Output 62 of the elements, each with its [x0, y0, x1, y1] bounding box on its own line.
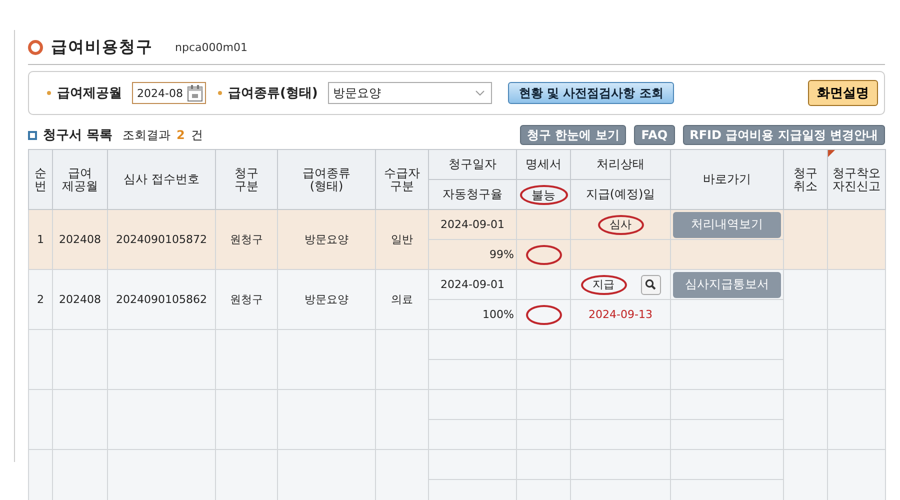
- bullet-ring-icon: [28, 40, 43, 54]
- table-cell: 방문요양: [278, 270, 376, 330]
- type-dropdown[interactable]: 방문요양: [328, 82, 492, 104]
- square-bullet-icon: [28, 130, 37, 140]
- column-header: 순 번: [28, 150, 52, 210]
- result-label: 조회결과: [122, 126, 171, 144]
- column-header: 청구 구분: [216, 150, 278, 210]
- bullet-icon: [47, 91, 51, 95]
- table-cell: 2: [28, 270, 52, 330]
- link-button[interactable]: 처리내역보기: [673, 212, 781, 238]
- table-cell: 99%: [428, 240, 516, 270]
- field-label: 급여종류(형태): [228, 85, 318, 102]
- column-header: 심사 접수번호: [108, 150, 216, 210]
- column-header: 청구 취소: [784, 150, 828, 210]
- status-text: 심사: [598, 214, 644, 234]
- count-unit: 건: [190, 126, 203, 144]
- table-cell: 일반: [376, 210, 428, 270]
- column-header: 급여 제공월: [52, 150, 108, 210]
- column-header: 청구착오 자진신고: [828, 150, 886, 210]
- table-cell: 2024090105872: [108, 210, 216, 270]
- payment-date: 2024-09-13: [588, 308, 652, 321]
- page-title: 급여비용청구: [51, 36, 153, 58]
- section-title: 청구서 목록: [43, 127, 113, 144]
- result-count: 2: [176, 128, 185, 142]
- ellipse-annotation: [526, 244, 562, 264]
- help-button[interactable]: 화면설명: [808, 80, 878, 106]
- column-header: 명세서: [516, 150, 570, 180]
- link-button[interactable]: 심사지급통보서: [673, 272, 781, 298]
- magnifier-icon: [645, 279, 656, 290]
- corner-marker-icon: [828, 150, 835, 157]
- column-header: 자동청구율: [428, 180, 516, 210]
- screen-code: npca000m01: [175, 40, 248, 54]
- table-cell: 1: [28, 210, 52, 270]
- chevron-down-icon: [474, 90, 485, 96]
- table-cell: 202408: [52, 210, 108, 270]
- table-cell: 방문요양: [278, 210, 376, 270]
- month-field[interactable]: 2024-08: [132, 82, 206, 104]
- calendar-icon[interactable]: [186, 84, 203, 102]
- column-header: 처리상태: [570, 150, 670, 180]
- status-text: 지급: [580, 274, 626, 294]
- search-button[interactable]: [640, 274, 660, 294]
- toolbar-button[interactable]: 청구 한눈에 보기: [520, 125, 626, 145]
- column-header: 지급(예정)일: [570, 180, 670, 210]
- table-cell: 원청구: [216, 210, 278, 270]
- column-header: 바로가기: [670, 150, 784, 210]
- column-header: 수급자 구분: [376, 150, 428, 210]
- column-header: 급여종류 (형태): [278, 150, 376, 210]
- table-cell: 100%: [428, 300, 516, 330]
- field-label: 급여제공월: [57, 85, 122, 102]
- ellipse-annotation: [526, 304, 562, 324]
- table-cell: 2024-09-01: [428, 270, 516, 300]
- table-cell: 의료: [376, 270, 428, 330]
- column-header: 불능: [516, 180, 570, 210]
- table-cell: 원청구: [216, 270, 278, 330]
- table-cell: 2024090105862: [108, 270, 216, 330]
- table-cell: 202408: [52, 270, 108, 330]
- toolbar-button[interactable]: RFID 급여비용 지급일정 변경안내: [682, 125, 885, 145]
- column-header: 청구일자: [428, 150, 516, 180]
- bullet-icon: [218, 91, 222, 95]
- query-button[interactable]: 현황 및 사전점검사항 조회: [508, 82, 674, 104]
- toolbar-button[interactable]: FAQ: [634, 125, 675, 145]
- table-cell: 2024-09-01: [428, 210, 516, 240]
